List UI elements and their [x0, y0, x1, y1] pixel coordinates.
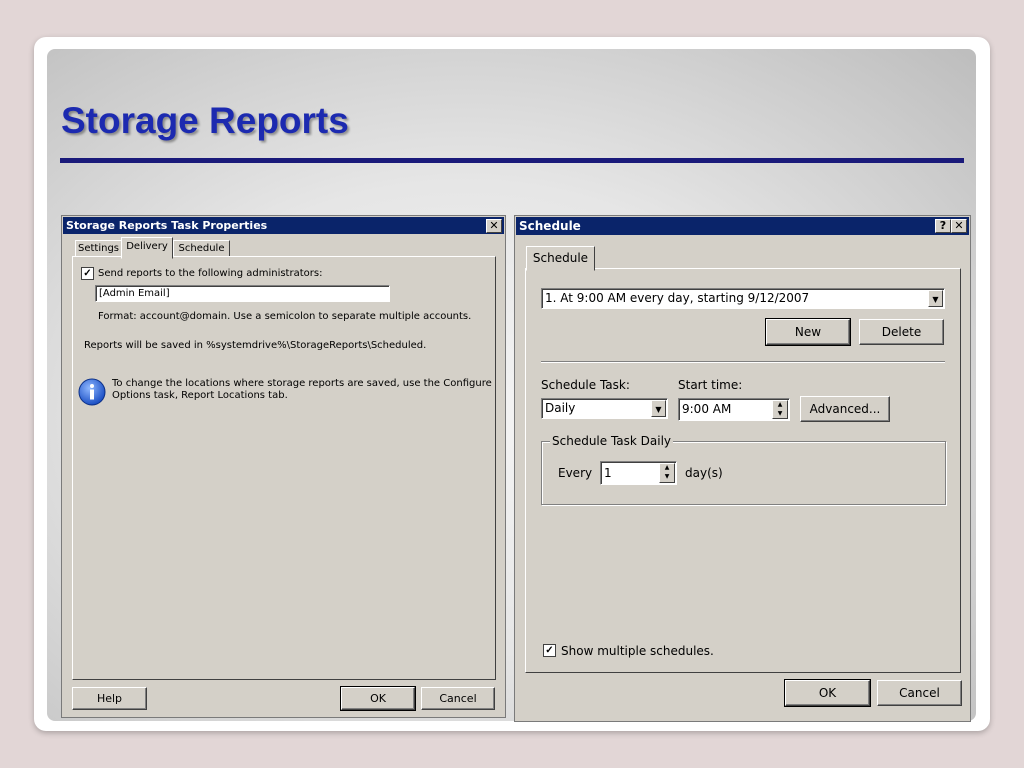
every-value: 1 [604, 466, 612, 480]
spin-down-icon[interactable]: ▼ [660, 473, 674, 482]
show-multiple-checkbox[interactable]: ✓ [543, 644, 556, 657]
delete-button[interactable]: Delete [859, 319, 944, 345]
tab-delivery[interactable]: Delivery [121, 237, 173, 259]
schedule-task-label: Schedule Task: [541, 378, 630, 392]
send-reports-label: Send reports to the following administra… [98, 268, 323, 279]
schedule-titlebar: Schedule ? ✕ [516, 217, 969, 235]
format-hint: Format: account@domain. Use a semicolon … [98, 311, 472, 322]
show-multiple-label: Show multiple schedules. [561, 644, 714, 658]
start-time-value: 9:00 AM [682, 402, 732, 416]
schedule-task-select[interactable]: Daily ▼ [541, 398, 668, 419]
schedule-select[interactable]: 1. At 9:00 AM every day, starting 9/12/2… [541, 288, 945, 309]
advanced-button[interactable]: Advanced... [800, 396, 890, 422]
tab-settings-label: Settings [77, 243, 119, 254]
every-input[interactable]: 1 ▲ ▼ [600, 461, 677, 485]
info-text-line1: To change the locations where storage re… [112, 378, 492, 389]
schedule-task-value: Daily [545, 401, 576, 415]
tab-schedule[interactable]: Schedule [526, 246, 595, 271]
schedule-window-title: Schedule [519, 219, 581, 233]
close-icon[interactable]: ✕ [486, 219, 502, 233]
ok-button[interactable]: OK [340, 686, 416, 711]
close-icon[interactable]: ✕ [951, 219, 967, 233]
title-rule [60, 158, 964, 163]
spin-up-icon[interactable]: ▲ [773, 401, 787, 410]
tab-schedule-label: Schedule [532, 251, 589, 265]
ok-button[interactable]: OK [784, 679, 871, 707]
help-button[interactable]: Help [72, 687, 147, 710]
send-reports-checkbox[interactable]: ✓ [81, 267, 94, 280]
start-time-label: Start time: [678, 378, 743, 392]
new-button[interactable]: New [765, 318, 851, 346]
chevron-down-icon[interactable]: ▼ [928, 290, 943, 307]
saved-location-text: Reports will be saved in %systemdrive%\S… [84, 340, 427, 351]
spin-down-icon[interactable]: ▼ [773, 410, 787, 419]
admin-email-field[interactable]: [Admin Email] [95, 285, 390, 302]
window-title: Storage Reports Task Properties [66, 219, 268, 232]
info-text-line2: Options task, Report Locations tab. [112, 390, 288, 401]
admin-email-value: [Admin Email] [99, 288, 170, 299]
task-properties-window: Storage Reports Task Properties ✕ Settin… [61, 215, 506, 718]
schedule-window: Schedule ? ✕ Schedule 1. At 9:00 AM ever… [514, 215, 971, 722]
separator [541, 361, 945, 363]
chevron-down-icon[interactable]: ▼ [651, 400, 666, 417]
task-properties-titlebar: Storage Reports Task Properties ✕ [63, 217, 504, 234]
cancel-button[interactable]: Cancel [421, 687, 495, 710]
cancel-button[interactable]: Cancel [877, 680, 962, 706]
spin-up-icon[interactable]: ▲ [660, 464, 674, 473]
help-icon[interactable]: ? [935, 219, 951, 233]
every-label: Every [558, 466, 593, 480]
group-label: Schedule Task Daily [550, 434, 674, 448]
start-time-stepper[interactable]: ▲ ▼ [772, 400, 788, 419]
start-time-field[interactable]: 9:00 AM ▲ ▼ [678, 398, 790, 421]
info-icon [78, 378, 106, 406]
tab-delivery-label: Delivery [126, 241, 168, 252]
every-stepper[interactable]: ▲ ▼ [659, 463, 675, 483]
schedule-select-value: 1. At 9:00 AM every day, starting 9/12/2… [545, 291, 810, 305]
slide-title: Storage Reports [61, 100, 349, 141]
days-label: day(s) [685, 466, 723, 480]
tab-schedule-label: Schedule [178, 243, 225, 254]
